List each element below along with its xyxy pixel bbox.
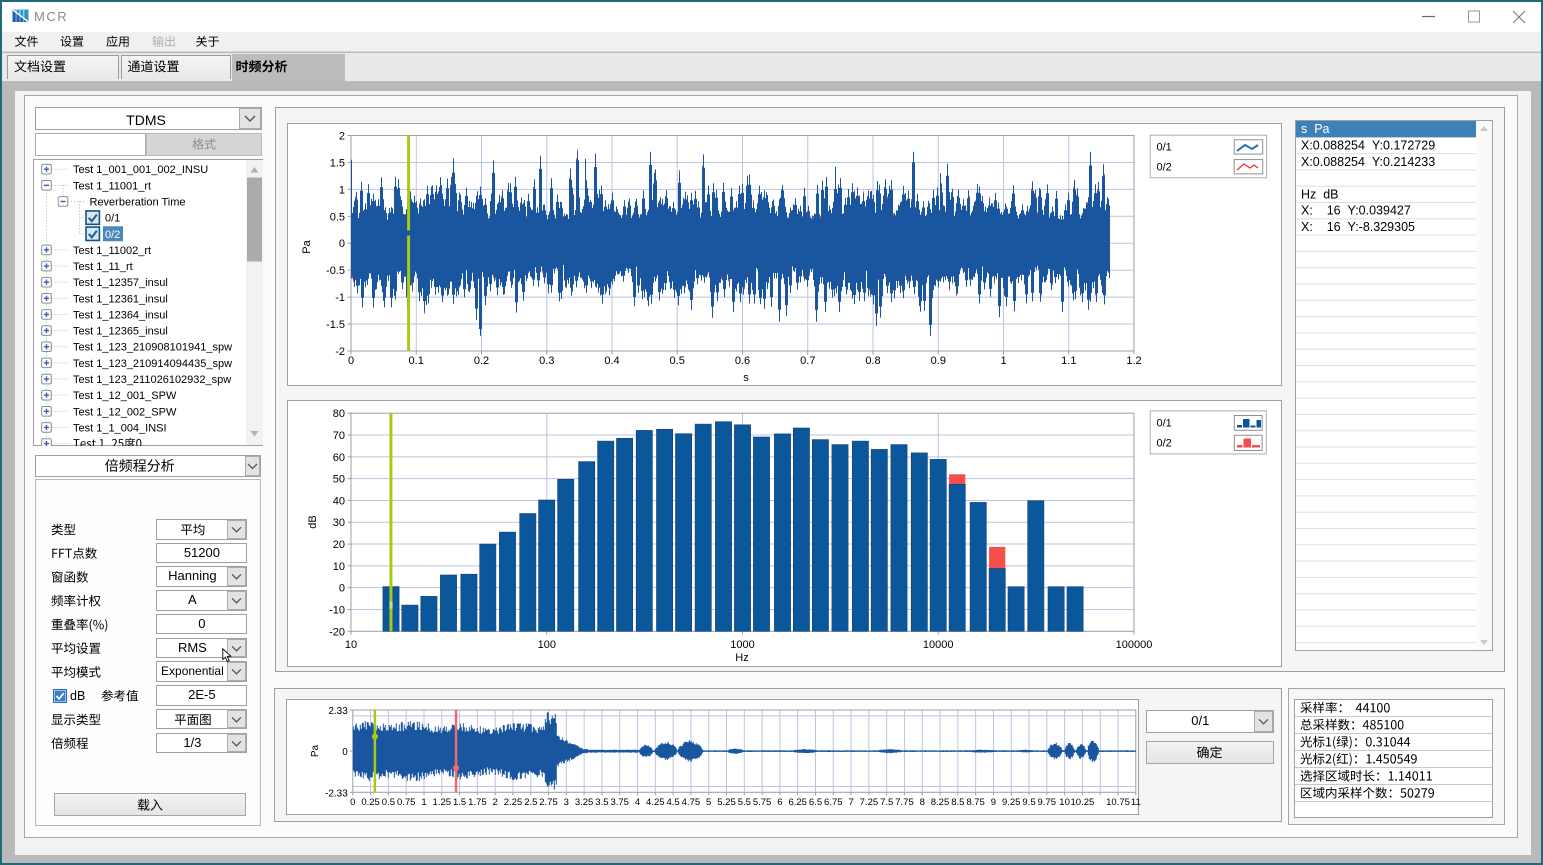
svg-text:Test 1_12357_insul: Test 1_12357_insul (73, 277, 168, 289)
svg-text:X:0.088254 Y:0.214233: X:0.088254 Y:0.214233 (1301, 154, 1435, 168)
svg-text:Test 1_11002_rt: Test 1_11002_rt (73, 245, 151, 257)
svg-text:Test 1_12364_insul: Test 1_12364_insul (73, 309, 168, 321)
svg-text:X: 16 Y:-8.329305: X: 16 Y:-8.329305 (1301, 220, 1415, 234)
svg-text:0/1: 0/1 (105, 213, 120, 225)
svg-text:s Pa: s Pa (1301, 122, 1330, 136)
svg-text:Test 1_12_002_SPW: Test 1_12_002_SPW (73, 406, 177, 418)
svg-text:Test 1_123_210908101941_spw: Test 1_123_210908101941_spw (73, 342, 232, 354)
svg-text:Test 1_12361_insul: Test 1_12361_insul (73, 293, 168, 305)
svg-text:Test 1_12_001_SPW: Test 1_12_001_SPW (73, 390, 177, 402)
svg-text:Test 1_123_211026102932_spw: Test 1_123_211026102932_spw (73, 374, 231, 386)
svg-text:X: 16 Y:0.039427: X: 16 Y:0.039427 (1301, 203, 1411, 217)
svg-text:Test 1_001_001_002_INSU: Test 1_001_001_002_INSU (73, 164, 208, 176)
svg-text:Test 1_11001_rt: Test 1_11001_rt (73, 180, 151, 192)
svg-text:Test 1_12365_insul: Test 1_12365_insul (73, 326, 168, 338)
svg-text:Test 1_1_004_INSI: Test 1_1_004_INSI (73, 422, 167, 434)
svg-text:0/2: 0/2 (105, 229, 120, 241)
svg-text:Hz dB: Hz dB (1301, 187, 1339, 201)
svg-text:Test 1_123_210914094435_spw: Test 1_123_210914094435_spw (73, 358, 232, 370)
svg-text:Test 1_11_rt: Test 1_11_rt (73, 261, 133, 273)
svg-text:X:0.088254 Y:0.172729: X:0.088254 Y:0.172729 (1301, 138, 1435, 152)
svg-text:Reverberation Time: Reverberation Time (90, 196, 186, 208)
